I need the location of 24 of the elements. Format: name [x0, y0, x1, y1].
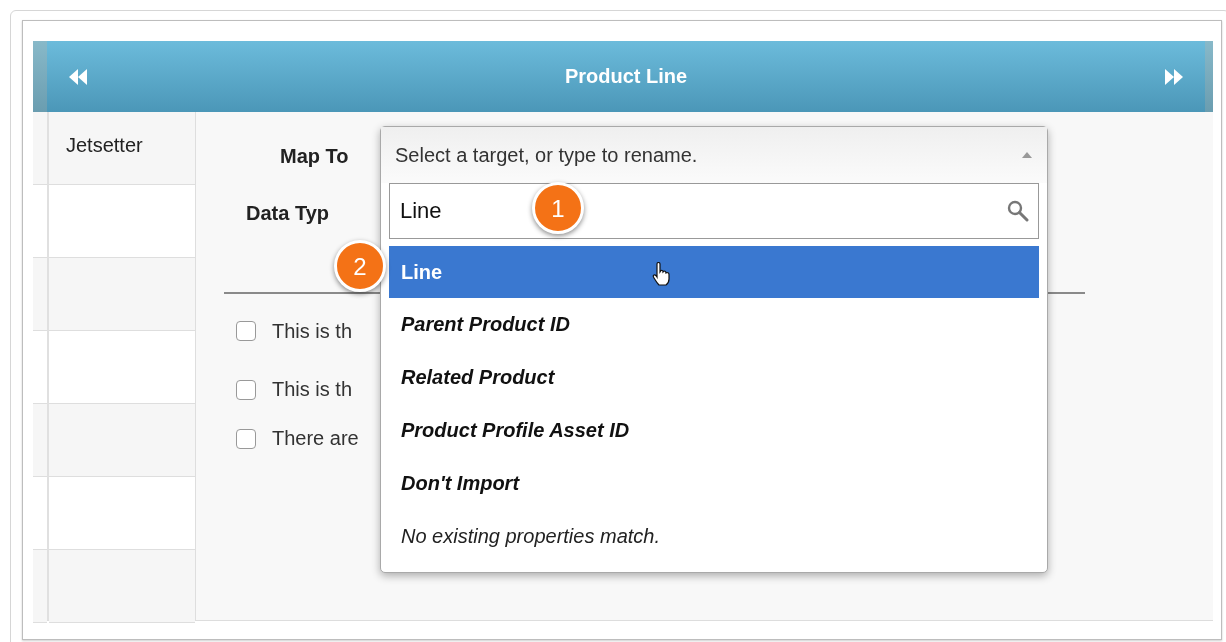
checkbox[interactable] — [236, 321, 256, 341]
checkbox[interactable] — [236, 428, 256, 449]
dropdown-option[interactable]: Related Product — [389, 351, 1039, 404]
map-to-label: Map To — [280, 145, 349, 168]
target-select[interactable]: Select a target, or type to rename. — [381, 127, 1047, 183]
hand-cursor-icon — [651, 262, 671, 286]
double-left-arrow-icon[interactable] — [67, 66, 89, 87]
dropdown-option[interactable]: Don't Import — [389, 457, 1039, 510]
checkbox-label: This is th — [272, 319, 353, 343]
checkbox[interactable] — [236, 379, 256, 400]
dropdown-option[interactable]: Product Profile Asset ID — [389, 404, 1039, 457]
dropdown-option[interactable]: Parent Product ID — [389, 298, 1039, 351]
header-title: Product Line — [563, 65, 689, 88]
search-icon — [1007, 200, 1029, 222]
double-right-arrow-icon[interactable] — [1163, 66, 1185, 87]
data-type-label: Data Typ — [246, 202, 329, 225]
no-match-message: No existing properties match. — [400, 524, 661, 549]
header-edge — [33, 41, 47, 112]
table-cell: Jetsetter — [49, 112, 195, 185]
step-number-badge: 2 — [334, 240, 386, 292]
header-edge — [1205, 41, 1213, 112]
dropdown-option[interactable]: Line — [389, 246, 1039, 298]
checkbox-label: There are — [272, 427, 359, 450]
checkbox-label: This is th — [272, 378, 353, 401]
